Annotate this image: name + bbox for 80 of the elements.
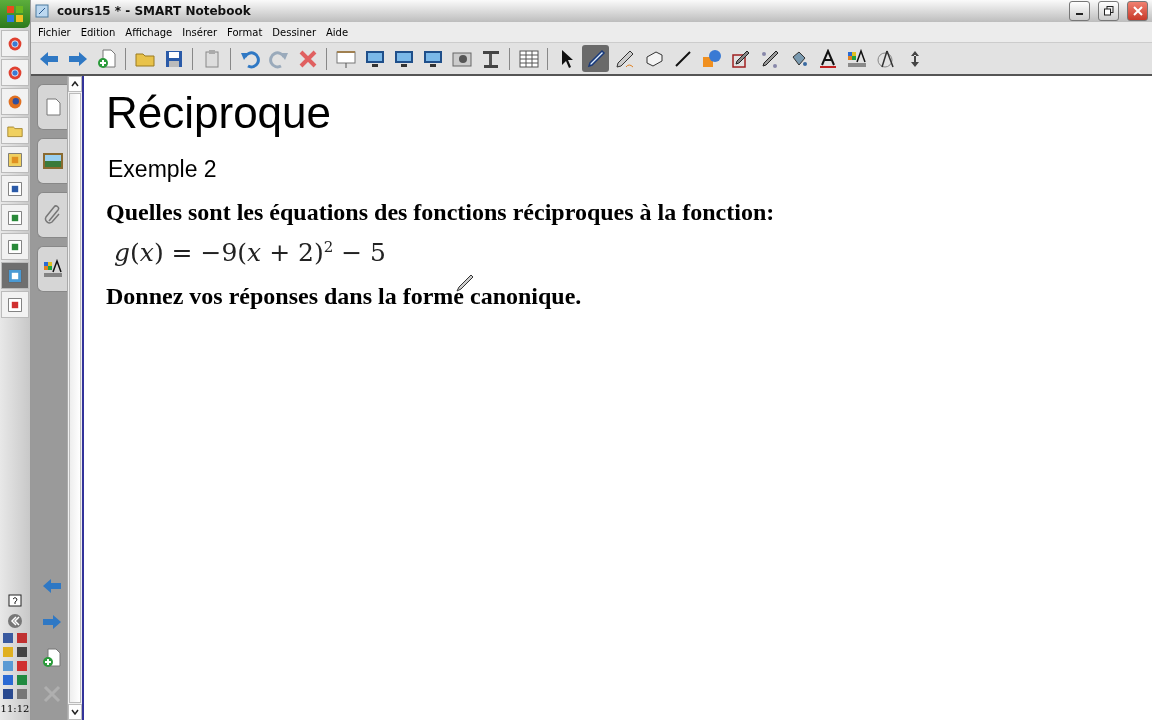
tray-icon[interactable] xyxy=(16,646,28,658)
table-icon xyxy=(518,48,539,69)
monitor-icon xyxy=(393,48,414,69)
mail-app-icon xyxy=(7,151,23,168)
taskbar-app[interactable] xyxy=(1,59,29,86)
app-icon xyxy=(35,4,49,18)
shapes-icon xyxy=(701,48,722,69)
forward-arrow-icon xyxy=(42,612,62,632)
menu-item[interactable]: Aide xyxy=(321,26,354,38)
add-page-icon xyxy=(42,648,62,668)
taskbar-app[interactable] xyxy=(1,262,29,289)
back-arrow-icon xyxy=(42,576,62,596)
restore-button[interactable] xyxy=(1098,1,1119,21)
side-tab[interactable] xyxy=(37,138,67,184)
taskbar-app[interactable] xyxy=(1,233,29,260)
page-title: Réciproque xyxy=(106,88,333,138)
taskbar-app[interactable] xyxy=(1,175,29,202)
question-text: Quelles sont les équations des fonctions réciproques à la fonction: xyxy=(106,199,776,226)
tray-icon[interactable] xyxy=(2,674,14,686)
delete-icon xyxy=(297,48,318,69)
menu-item[interactable]: Dessiner xyxy=(267,26,321,38)
pen-icon xyxy=(730,48,751,69)
taskbar-app[interactable] xyxy=(1,88,29,115)
properties-icon xyxy=(42,259,63,279)
tray-icon[interactable] xyxy=(2,688,14,700)
notebook-app-icon xyxy=(7,267,23,284)
paperclip-icon xyxy=(42,205,63,225)
presentation-app-icon xyxy=(7,296,23,313)
menu-item[interactable]: Edition xyxy=(75,26,121,38)
pen-icon xyxy=(585,48,606,69)
tray-icon[interactable] xyxy=(16,688,28,700)
spreadsheet-app-icon xyxy=(7,238,23,255)
taskbar-app[interactable] xyxy=(1,204,29,231)
windows-logo-icon xyxy=(6,5,24,23)
taskbar-app[interactable] xyxy=(1,291,29,318)
taskbar-app[interactable] xyxy=(1,146,29,173)
add-page-icon xyxy=(96,48,117,69)
pen-icon xyxy=(759,48,780,69)
start-button[interactable] xyxy=(0,0,30,28)
subtitle: Exemple 2 xyxy=(108,156,218,183)
scrollbar[interactable] xyxy=(67,76,84,720)
undo-icon xyxy=(239,48,260,69)
properties-icon xyxy=(846,48,867,69)
side-tab[interactable] xyxy=(37,246,67,292)
collapse-icon[interactable] xyxy=(7,613,23,629)
minimize-button[interactable] xyxy=(1069,1,1090,21)
tray-icon[interactable] xyxy=(2,632,14,644)
close-button[interactable] xyxy=(1127,1,1148,21)
menu-item[interactable]: Affichage xyxy=(120,26,178,38)
clock: 11:12 xyxy=(0,703,30,714)
projection-screen-icon xyxy=(335,48,356,69)
side-tab[interactable] xyxy=(37,192,67,238)
tray-icon[interactable] xyxy=(16,660,28,672)
window-title: cours15 * - SMART Notebook xyxy=(57,4,252,18)
document-app-icon xyxy=(7,180,23,197)
compass-icon xyxy=(875,48,896,69)
landscape-icon xyxy=(42,151,63,171)
spreadsheet-app-icon xyxy=(7,209,23,226)
tray-icon[interactable] xyxy=(16,674,28,686)
monitor-icon xyxy=(422,48,443,69)
scroll-up-icon[interactable] xyxy=(71,81,79,87)
redo-icon xyxy=(268,48,289,69)
scroll-down-icon[interactable] xyxy=(71,709,79,715)
save-icon xyxy=(163,48,184,69)
monitor-icon xyxy=(364,48,385,69)
menu-item[interactable]: Fichier xyxy=(33,26,76,38)
browser-icon xyxy=(7,35,23,52)
restore-icon xyxy=(1103,6,1114,16)
browser-icon xyxy=(7,93,23,110)
text-style-icon xyxy=(817,48,838,69)
pen-icon xyxy=(614,48,635,69)
help-icon xyxy=(8,594,22,610)
tray-icon[interactable] xyxy=(16,632,28,644)
instruction-text: Donnez vos réponses dans la forme canonique. xyxy=(106,283,583,311)
close-icon xyxy=(1132,6,1143,16)
menu-item[interactable]: Format xyxy=(222,26,268,38)
browser-icon xyxy=(7,64,23,81)
equation: g(x) = −9(x + 2)$^{2}$ − 5 xyxy=(114,238,386,268)
menu-item[interactable]: Insérer xyxy=(177,26,223,38)
taskbar-app[interactable] xyxy=(1,30,29,57)
